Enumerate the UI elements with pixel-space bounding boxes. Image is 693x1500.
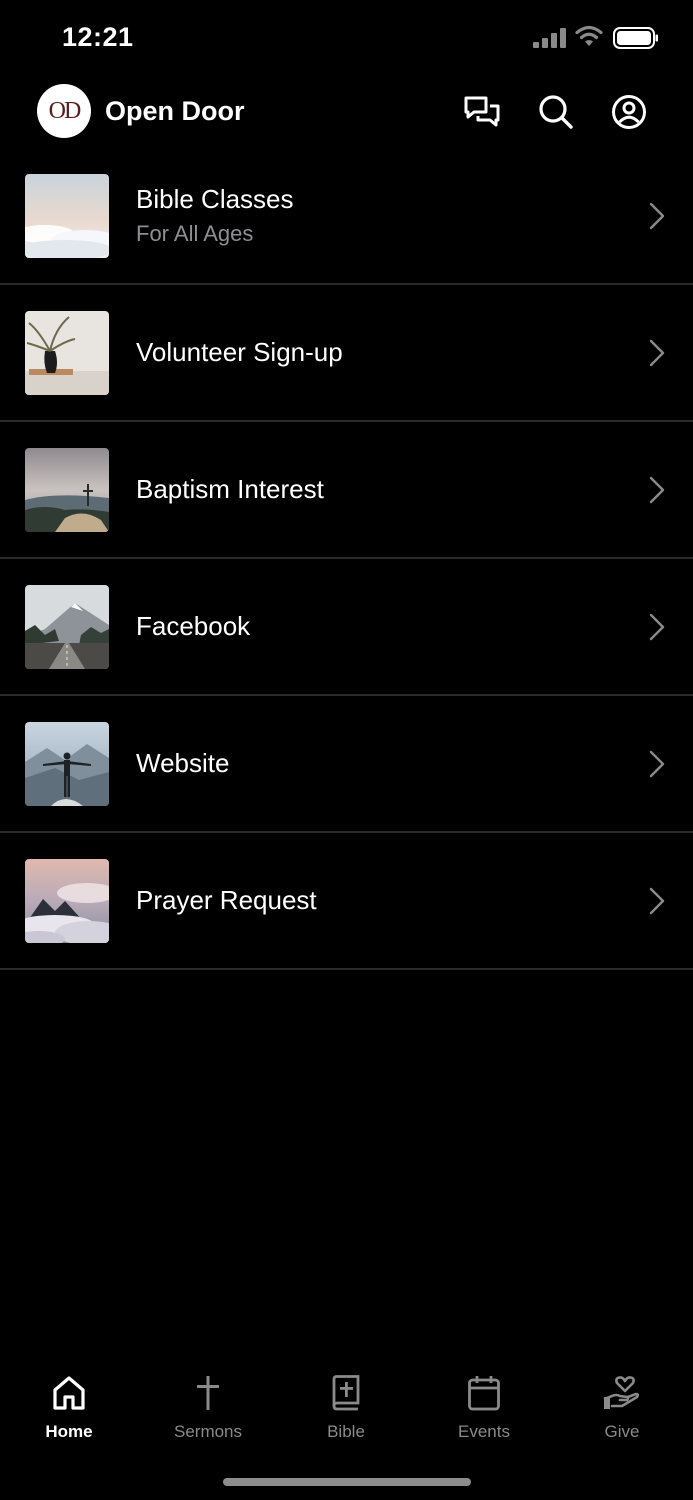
church-logo[interactable]: OD xyxy=(37,84,91,138)
item-title: Website xyxy=(136,748,230,778)
search-button[interactable] xyxy=(534,90,578,134)
tab-label: Home xyxy=(45,1422,93,1441)
list-item-website[interactable]: Website xyxy=(0,696,693,833)
home-indicator[interactable] xyxy=(223,1478,471,1486)
app-header: OD Open Door xyxy=(0,84,693,138)
bible-classes-thumbnail xyxy=(25,174,109,258)
baptism-interest-thumbnail xyxy=(25,448,109,532)
chevron-right-icon xyxy=(649,202,665,230)
tab-label: Bible xyxy=(327,1422,365,1441)
volunteer-signup-thumbnail xyxy=(25,311,109,395)
tab-give[interactable]: Give xyxy=(567,1365,677,1455)
chevron-right-icon xyxy=(649,613,665,641)
item-title: Bible Classes xyxy=(136,184,294,214)
list-item-volunteer-signup[interactable]: Volunteer Sign-up xyxy=(0,285,693,422)
give-hand-heart-icon xyxy=(603,1376,640,1409)
tab-events[interactable]: Events xyxy=(429,1365,539,1455)
app-title: Open Door xyxy=(105,96,245,126)
cross-icon xyxy=(197,1376,219,1410)
cellular-signal-icon xyxy=(533,28,566,48)
tab-label: Give xyxy=(604,1422,640,1441)
chevron-right-icon xyxy=(649,476,665,504)
tab-label: Events xyxy=(458,1422,510,1441)
tab-bar: Home Sermons Bible Events Give xyxy=(0,1365,693,1455)
tab-sermons[interactable]: Sermons xyxy=(153,1365,263,1455)
profile-button[interactable] xyxy=(607,90,651,134)
profile-icon xyxy=(612,95,646,129)
item-subtitle: For All Ages xyxy=(136,221,254,246)
chevron-right-icon xyxy=(649,887,665,915)
app-screen: 12:21 OD Open Door Bible Classes For All… xyxy=(0,0,693,1500)
battery-icon xyxy=(613,27,658,49)
facebook-thumbnail xyxy=(25,585,109,669)
item-title: Baptism Interest xyxy=(136,474,324,504)
bible-icon xyxy=(332,1375,360,1411)
prayer-request-thumbnail xyxy=(25,859,109,943)
status-time: 12:21 xyxy=(62,22,134,52)
list-item-baptism-interest[interactable]: Baptism Interest xyxy=(0,422,693,559)
list-item-bible-classes[interactable]: Bible Classes For All Ages xyxy=(0,148,693,285)
item-title: Volunteer Sign-up xyxy=(136,337,343,367)
tab-home[interactable]: Home xyxy=(14,1365,124,1455)
wifi-icon xyxy=(575,25,603,46)
status-bar: 12:21 xyxy=(0,0,693,76)
tab-label: Sermons xyxy=(173,1422,243,1441)
chevron-right-icon xyxy=(649,750,665,778)
list-item-facebook[interactable]: Facebook xyxy=(0,559,693,696)
item-title: Prayer Request xyxy=(136,885,317,915)
chevron-right-icon xyxy=(649,339,665,367)
website-thumbnail xyxy=(25,722,109,806)
tab-bible[interactable]: Bible xyxy=(291,1365,401,1455)
home-icon xyxy=(53,1376,85,1410)
item-title: Facebook xyxy=(136,611,251,641)
calendar-icon xyxy=(468,1376,500,1411)
chat-button[interactable] xyxy=(460,90,504,134)
home-list: Bible Classes For All Ages Volunteer Sig… xyxy=(0,148,693,970)
search-icon xyxy=(539,95,573,129)
chat-icon xyxy=(464,96,500,127)
list-item-prayer-request[interactable]: Prayer Request xyxy=(0,833,693,970)
